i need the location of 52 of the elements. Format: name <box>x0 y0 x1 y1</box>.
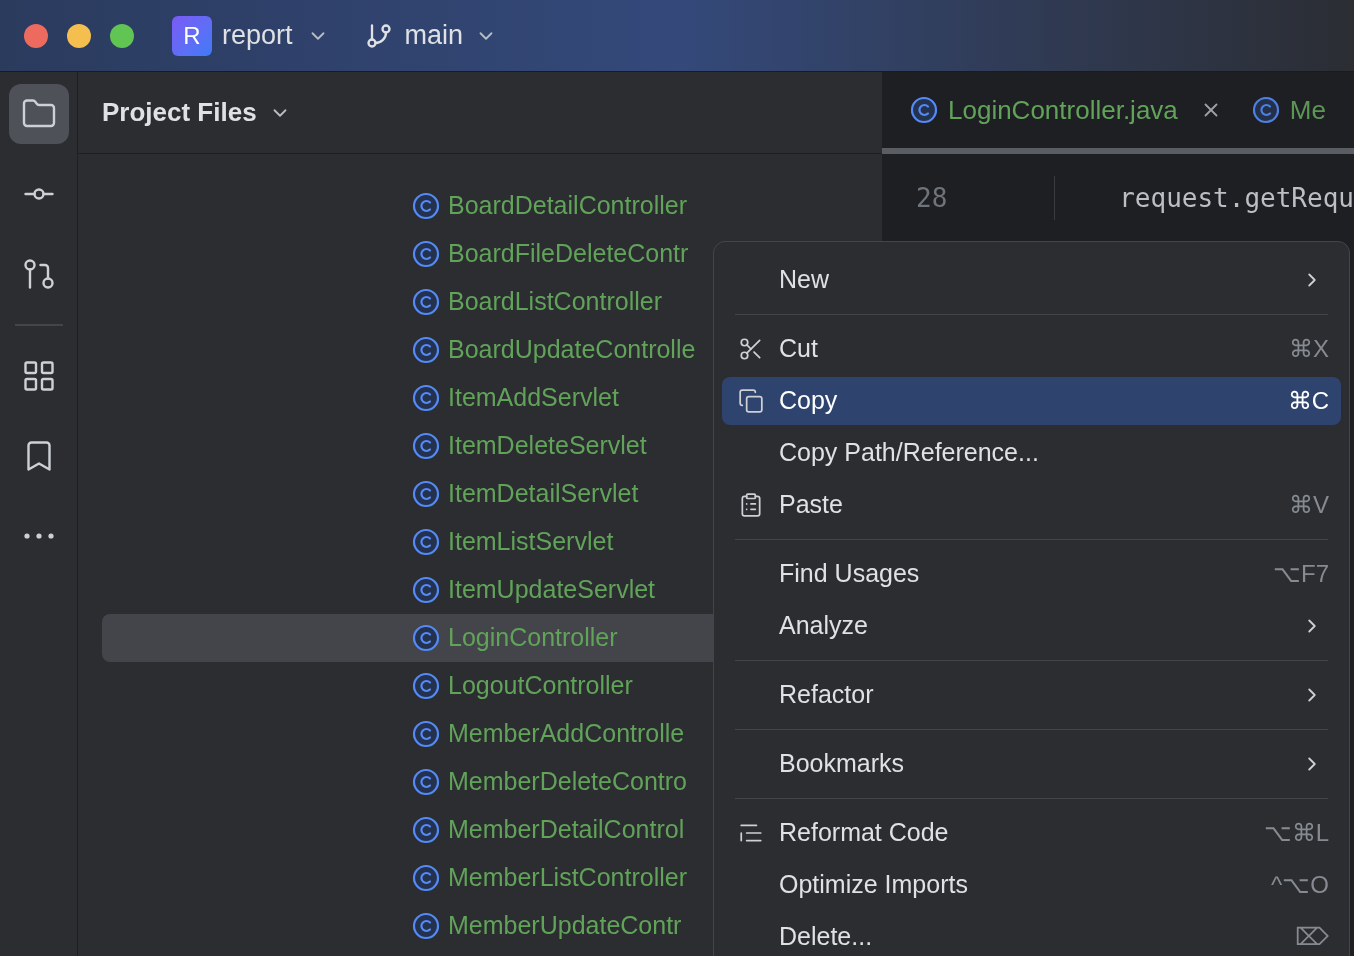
menu-item[interactable]: Copy ⌘C <box>722 377 1341 425</box>
class-icon <box>412 816 440 844</box>
line-number: 28 <box>882 176 1056 220</box>
branch-selector[interactable]: main <box>364 15 498 56</box>
menu-item[interactable]: Paste ⌘V <box>722 481 1341 529</box>
shortcut-label: ⌥F7 <box>1273 559 1329 589</box>
editor-tab[interactable]: LoginController.java <box>910 90 1222 130</box>
class-icon <box>412 432 440 460</box>
menu-item[interactable]: Optimize Imports ^⌥O <box>722 861 1341 909</box>
file-item[interactable]: BoardDetailController <box>102 182 882 230</box>
class-icon <box>412 528 440 556</box>
project-selector[interactable]: R report <box>172 15 329 56</box>
class-icon <box>412 672 440 700</box>
class-icon <box>412 480 440 508</box>
editor-tab[interactable]: Me <box>1251 90 1326 130</box>
shortcut-label: ^⌥O <box>1271 870 1329 900</box>
class-icon <box>412 240 440 268</box>
branch-icon <box>364 21 393 50</box>
class-icon <box>412 768 440 796</box>
class-icon <box>412 384 440 412</box>
class-icon <box>412 864 440 892</box>
code-line: request.getRequ <box>1119 181 1354 215</box>
menu-item[interactable]: Copy Path/Reference... <box>722 429 1341 477</box>
maximize-window-button[interactable] <box>110 23 134 48</box>
minimize-window-button[interactable] <box>67 23 91 48</box>
class-icon <box>412 912 440 940</box>
class-icon <box>412 624 440 652</box>
class-icon <box>910 96 938 124</box>
panel-title[interactable]: Project Files <box>102 93 291 132</box>
class-icon <box>412 336 440 364</box>
shortcut-label: ⌦ <box>1295 922 1329 952</box>
close-window-button[interactable] <box>24 23 48 48</box>
class-icon <box>1251 96 1280 124</box>
class-icon <box>412 288 440 316</box>
menu-item[interactable]: Delete... ⌦ <box>722 913 1341 956</box>
more-icon <box>22 532 55 540</box>
class-icon <box>412 576 440 604</box>
shortcut-label: ⌥⌘L <box>1263 818 1329 848</box>
shortcut-label: ⌘C <box>1287 386 1329 416</box>
menu-item[interactable]: Cut ⌘X <box>722 325 1341 373</box>
menu-item[interactable]: Refactor <box>722 671 1341 719</box>
class-icon <box>412 192 440 220</box>
menu-item[interactable]: Find Usages ⌥F7 <box>722 550 1341 598</box>
shortcut-label: ⌘X <box>1289 334 1329 364</box>
shortcut-label: ⌘V <box>1289 490 1329 520</box>
copy-icon <box>738 388 764 414</box>
clipboard-icon <box>738 492 764 518</box>
menu-item[interactable]: New <box>722 256 1341 304</box>
menu-item[interactable]: Bookmarks <box>722 740 1341 788</box>
tool-button[interactable] <box>8 84 69 144</box>
menu-item[interactable]: Reformat Code ⌥⌘L <box>722 809 1341 857</box>
class-icon <box>412 720 440 748</box>
